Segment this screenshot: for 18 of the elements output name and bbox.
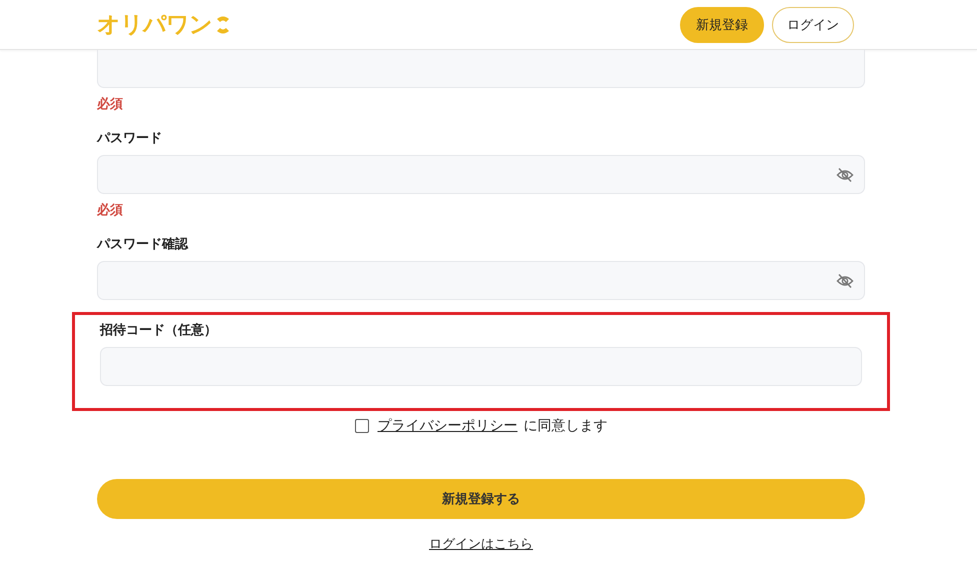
error-text: 必須	[97, 203, 124, 219]
input-field[interactable]	[97, 261, 865, 300]
submit-button[interactable]: 新規登録する	[97, 479, 865, 519]
input-field[interactable]	[97, 155, 865, 194]
error-text: 必須	[97, 97, 124, 113]
eye-slash-icon[interactable]	[836, 272, 854, 288]
input-field[interactable]	[97, 50, 865, 88]
login-link[interactable]: ログインはこちら	[429, 535, 533, 553]
checkbox[interactable]	[354, 419, 368, 433]
field-label: パスワード確認	[97, 237, 190, 253]
eye-slash-icon[interactable]	[836, 166, 854, 182]
consent-text: に同意します	[524, 417, 608, 435]
field-label: パスワード	[97, 131, 163, 147]
input-field[interactable]	[100, 347, 862, 386]
field-label: 招待コード（任意）	[100, 323, 218, 339]
header-button[interactable]: ログイン	[772, 6, 854, 42]
header-button[interactable]: 新規登録	[680, 6, 764, 42]
privacy-policy-link[interactable]: プライバシーポリシー	[378, 417, 518, 435]
